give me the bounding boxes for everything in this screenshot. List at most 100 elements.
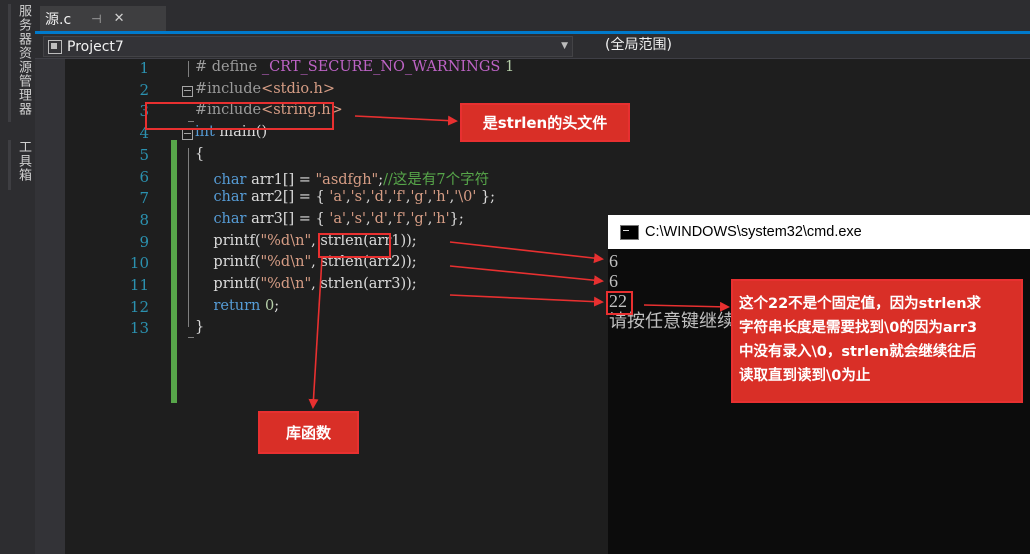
collapse-toggle-icon[interactable] (182, 129, 193, 141)
scope-dropdown[interactable]: (全局范围) (605, 36, 1030, 55)
explanation-line: 字符串长度是需要找到\0的因为arr3 (739, 320, 978, 336)
code-token: printf( (195, 232, 261, 249)
console-title: C:\WINDOWS\system32\cmd.exe (645, 224, 862, 240)
change-indicator-bar (171, 140, 177, 403)
code-token: //这是有7个字符 (383, 171, 490, 188)
code-token: <stdio.h> (261, 80, 336, 97)
code-token: 'g' (410, 189, 428, 206)
code-token: 1 (500, 59, 515, 75)
code-text: #include<stdio.h> (195, 81, 335, 97)
project-name: Project7 (67, 38, 124, 55)
close-icon[interactable]: ✕ (114, 11, 125, 26)
strlen-highlight-box (318, 233, 391, 258)
server-explorer-tab[interactable]: 服务器资源管理器 (8, 4, 33, 122)
left-tool-sidebar: 服务器资源管理器 工具箱 (0, 0, 35, 554)
code-line[interactable]: 6 char arr1[] = "asdfgh";//这是有7个字符 (35, 168, 1030, 190)
console-line: 6 (609, 251, 618, 271)
header-file-callout: 是strlen的头文件 (460, 103, 630, 142)
code-token: "%d\n" (260, 276, 312, 292)
line-number: 9 (139, 232, 149, 251)
explanation-line: 这个22不是个固定值，因为strlen求 (739, 296, 982, 312)
line-number: 11 (129, 276, 149, 294)
code-token: 's' (350, 189, 366, 206)
line-number: 4 (139, 124, 149, 143)
code-text: printf("%d\n", strlen(arr3)); (195, 276, 417, 292)
document-tab-strip: 源.c ⊣ ✕ (35, 0, 1030, 34)
code-token: 'a' (329, 189, 346, 206)
line-number: 7 (139, 189, 149, 208)
code-line[interactable]: 5{ (35, 146, 1030, 168)
collapse-toggle-icon[interactable] (182, 85, 193, 97)
project-dropdown[interactable]: Project7 ▼ (43, 36, 573, 57)
console-title-bar[interactable]: C:\WINDOWS\system32\cmd.exe (608, 215, 1030, 249)
explanation-line: 中没有录入\0，strlen就会继续往后 (739, 344, 977, 360)
code-token: "%d\n" (260, 232, 312, 249)
code-token: arr2[] = { (246, 189, 330, 206)
toolbox-tab[interactable]: 工具箱 (8, 140, 33, 190)
project-icon (48, 39, 62, 54)
code-text: char arr1[] = "asdfgh";//这是有7个字符 (195, 168, 489, 189)
scope-guide-line (188, 148, 189, 327)
code-token: printf( (195, 276, 261, 292)
library-function-callout: 库函数 (258, 411, 359, 454)
line-number: 1 (139, 59, 149, 77)
code-token: }; (449, 210, 464, 227)
line-number: 6 (139, 167, 149, 186)
code-token: return (213, 297, 261, 314)
code-token: ; (274, 297, 280, 314)
code-token: }; (476, 189, 496, 206)
code-token: printf( (195, 254, 261, 271)
cmd-icon (620, 224, 639, 240)
file-tab-label: 源.c (45, 11, 72, 28)
pin-icon[interactable]: ⊣ (91, 12, 101, 26)
scope-guide-end (188, 337, 194, 338)
code-text: return 0; (195, 298, 279, 314)
line-number: 10 (129, 254, 149, 273)
explanation-text: 这个22不是个固定值，因为strlen求 字符串长度是需要找到\0的因为arr3… (739, 292, 981, 388)
code-token: { (195, 145, 205, 162)
code-token: "asdfgh" (315, 171, 379, 188)
code-token: char (213, 210, 247, 227)
code-token: 'f' (392, 210, 406, 227)
code-token: 0 (265, 297, 275, 314)
code-token: , strlen(arr3)); (311, 276, 417, 292)
line-number: 5 (139, 145, 149, 164)
code-token: 'd' (370, 189, 388, 206)
file-tab[interactable]: 源.c ⊣ ✕ (40, 6, 166, 31)
line-number: 3 (139, 102, 149, 121)
explanation-callout: 这个22不是个固定值，因为strlen求 字符串长度是需要找到\0的因为arr3… (731, 279, 1023, 403)
code-token: _CRT_SECURE_NO_WARNINGS (261, 59, 501, 75)
code-text: } (195, 319, 204, 335)
code-token: char (213, 189, 247, 206)
code-token: 'd' (370, 210, 388, 227)
include-highlight-box (145, 102, 334, 130)
code-token: '\0' (454, 189, 477, 206)
code-token: arr1[] = (246, 171, 316, 188)
code-text: { (195, 146, 204, 162)
code-token: 'f' (392, 189, 406, 206)
code-token: #include (195, 80, 262, 97)
line-number: 8 (139, 210, 149, 229)
line-number: 13 (129, 319, 149, 338)
line-number: 2 (139, 80, 149, 99)
code-line[interactable]: 2 #include<stdio.h> (35, 81, 1030, 103)
explanation-line: 读取直到读到\0为止 (739, 368, 871, 384)
code-token: 'a' (329, 210, 346, 227)
code-token: 'g' (410, 210, 428, 227)
code-token: char (213, 171, 247, 188)
code-line[interactable]: 7 char arr2[] = { 'a','s','d','f','g','h… (35, 189, 1030, 211)
include-guide-line (188, 61, 189, 77)
code-token: } (195, 319, 205, 336)
result-22-highlight-box (606, 291, 633, 315)
code-token: 'h' (432, 189, 450, 206)
code-token: "%d\n" (260, 254, 312, 271)
chevron-down-icon: ▼ (561, 41, 568, 51)
code-text: # define _CRT_SECURE_NO_WARNINGS 1 (195, 59, 514, 75)
code-token: 's' (350, 210, 366, 227)
code-text: char arr3[] = { 'a','s','d','f','g','h'}… (195, 210, 464, 227)
code-line[interactable]: 1 # define _CRT_SECURE_NO_WARNINGS 1 (35, 59, 1030, 81)
